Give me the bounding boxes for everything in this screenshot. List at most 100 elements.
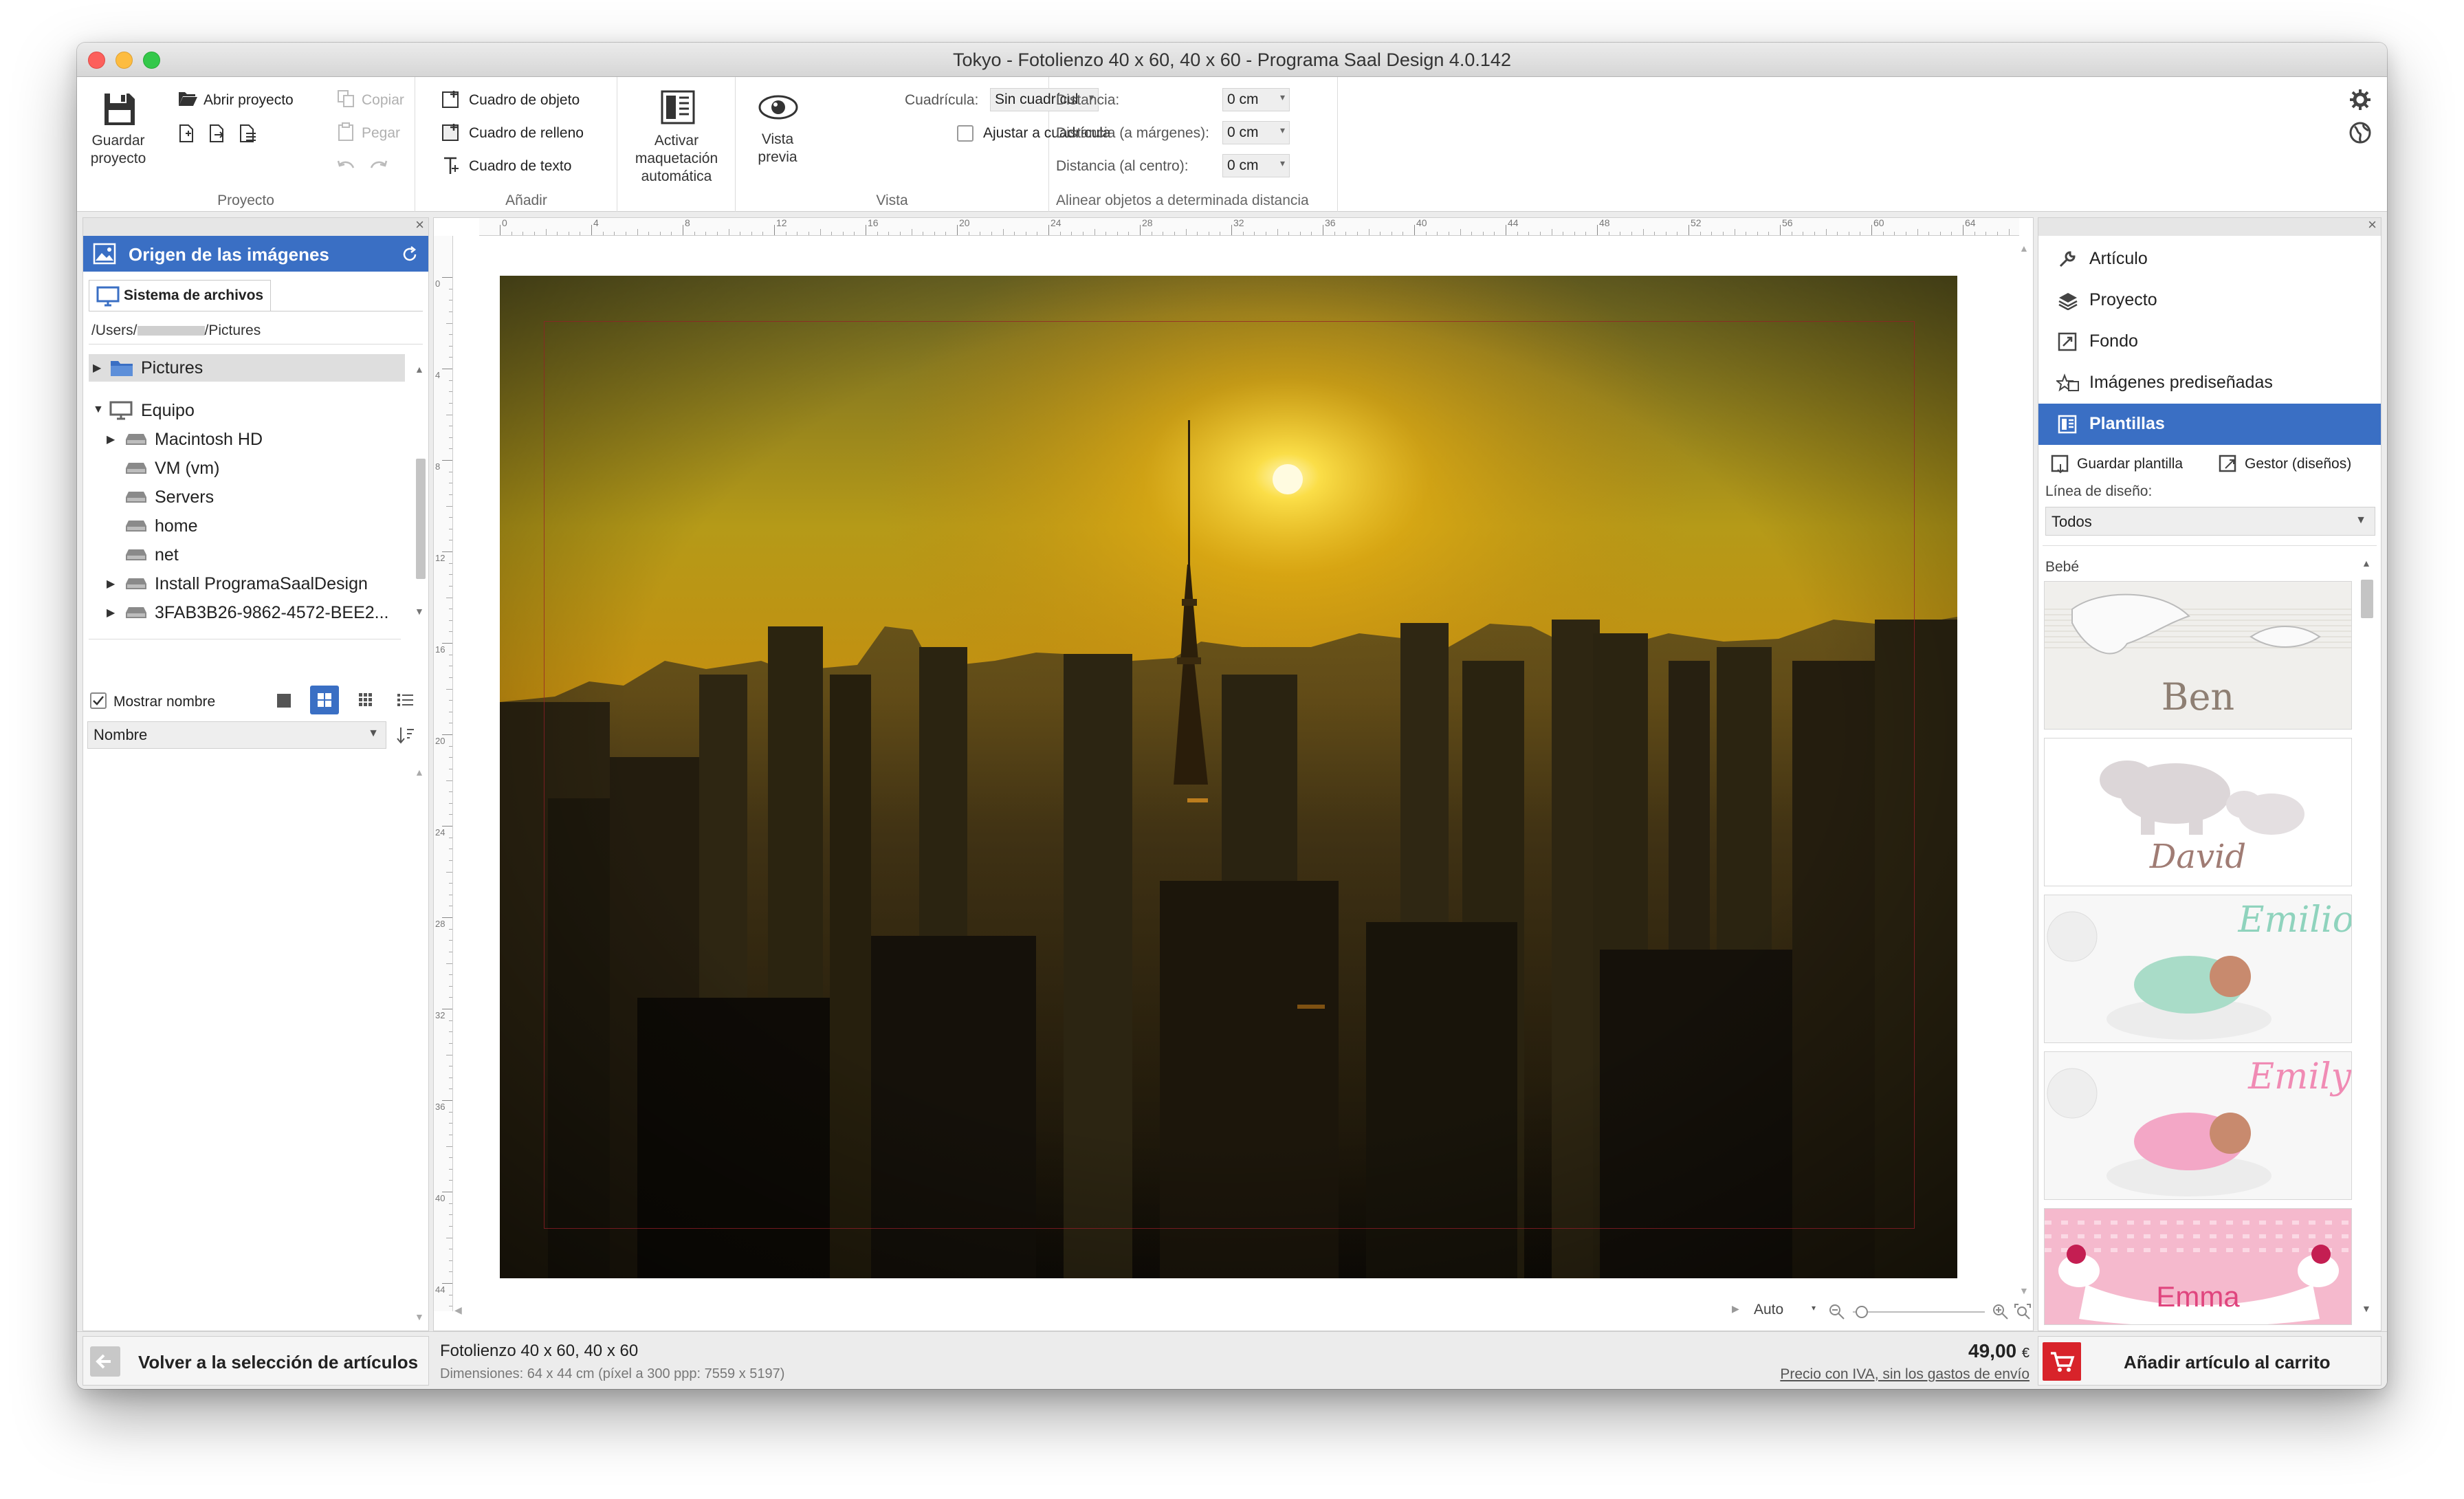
template-ben[interactable]: Ben bbox=[2044, 581, 2352, 730]
show-name-checkbox[interactable] bbox=[90, 692, 107, 709]
view-small-button[interactable] bbox=[351, 686, 380, 714]
redo-icon[interactable] bbox=[368, 158, 389, 171]
tokyo-sunset-photo[interactable] bbox=[500, 276, 1957, 1278]
design-line-dropdown[interactable]: Todos ▼ bbox=[2045, 507, 2375, 536]
view-list-button[interactable] bbox=[391, 686, 420, 714]
tab-file-system[interactable]: Sistema de archivos bbox=[89, 280, 272, 311]
nav-item-articulo[interactable]: Artículo bbox=[2038, 239, 2381, 280]
distance-dropdown[interactable]: 0 cm ▾ bbox=[1222, 88, 1290, 111]
scroll-up-icon[interactable]: ▲ bbox=[2362, 558, 2371, 569]
zoom-out-icon[interactable] bbox=[1828, 1303, 1846, 1321]
add-fill-box-button[interactable]: Cuadro de relleno bbox=[469, 125, 584, 142]
template-name-emma: Emma bbox=[2156, 1280, 2240, 1313]
triangle-right-icon[interactable]: ▶ bbox=[107, 433, 115, 446]
price-value: 49,00 bbox=[1968, 1340, 2017, 1361]
scroll-up-icon[interactable]: ▲ bbox=[2019, 243, 2029, 254]
view-large-button[interactable] bbox=[269, 686, 298, 714]
add-to-cart-button[interactable]: Añadir artículo al carrito bbox=[2038, 1336, 2382, 1386]
tree-item-macintosh-hd[interactable]: ▶ Macintosh HD bbox=[102, 426, 405, 452]
scroll-down-icon[interactable]: ▼ bbox=[415, 606, 424, 617]
center-distance-dropdown[interactable]: 0 cm ▾ bbox=[1222, 154, 1290, 177]
ruler-h-minor-tick bbox=[1242, 232, 1244, 235]
zoom-in-icon[interactable] bbox=[1992, 1303, 2010, 1321]
ruler-v-minor-tick bbox=[449, 1111, 452, 1113]
ruler-h-minor-tick bbox=[1814, 232, 1815, 235]
tree-item-volume[interactable]: ▶ 3FAB3B26-9862-4572-BEE2... bbox=[102, 599, 405, 625]
new-document-icon[interactable] bbox=[177, 124, 195, 143]
add-object-box-button[interactable]: Cuadro de objeto bbox=[469, 92, 580, 109]
triangle-right-icon[interactable]: ▶ bbox=[107, 606, 115, 620]
ruler-v-minor-tick bbox=[449, 620, 452, 621]
ruler-h-minor-tick bbox=[1254, 232, 1255, 235]
snap-to-grid-checkbox[interactable] bbox=[957, 125, 974, 142]
close-panel-icon[interactable]: × bbox=[415, 216, 424, 234]
scroll-left-icon[interactable]: ◀ bbox=[454, 1304, 462, 1316]
disk-image-icon bbox=[126, 607, 146, 618]
chevron-down-icon: ▾ bbox=[1812, 1303, 1816, 1313]
ruler-h-minor-tick bbox=[1917, 229, 1918, 235]
zoom-slider-track[interactable] bbox=[1853, 1311, 1985, 1313]
export-document-icon[interactable] bbox=[208, 124, 226, 143]
nav-item-fondo[interactable]: Fondo bbox=[2038, 321, 2381, 362]
refresh-icon[interactable] bbox=[401, 245, 419, 263]
network-drive-icon bbox=[126, 521, 146, 532]
undo-icon[interactable] bbox=[336, 158, 356, 171]
margin-distance-dropdown[interactable]: 0 cm ▾ bbox=[1222, 121, 1290, 144]
sort-dropdown[interactable]: Nombre ▼ bbox=[87, 721, 386, 749]
nav-item-cliparts[interactable]: Imágenes prediseñadas bbox=[2038, 362, 2381, 404]
triangle-right-icon[interactable]: ▶ bbox=[93, 361, 101, 375]
save-template-button[interactable]: Guardar plantilla bbox=[2077, 456, 2183, 472]
tree-item-servers[interactable]: Servers bbox=[102, 483, 405, 510]
ruler-h-minor-tick bbox=[1071, 232, 1072, 235]
zoom-dropdown[interactable]: Auto ▾ bbox=[1754, 1302, 1823, 1322]
zoom-fit-icon[interactable] bbox=[2014, 1303, 2032, 1321]
close-panel-icon[interactable]: × bbox=[2368, 216, 2377, 234]
add-text-box-button[interactable]: Cuadro de texto bbox=[469, 158, 571, 175]
grid-label: Cuadrícula: bbox=[905, 92, 979, 108]
tree-item-home[interactable]: home bbox=[102, 512, 405, 538]
image-source-panel: × Origen de las imágenes Sistema de arch… bbox=[82, 216, 429, 1331]
tree-label-macintosh-hd: Macintosh HD bbox=[155, 430, 263, 449]
ruler-h-minor-tick bbox=[557, 232, 558, 235]
ruler-h-minor-tick bbox=[648, 232, 650, 235]
scroll-up-icon[interactable]: ▲ bbox=[415, 767, 424, 778]
view-medium-button[interactable] bbox=[310, 686, 339, 714]
globe-icon[interactable] bbox=[2348, 121, 2372, 144]
templates-scrollbar[interactable]: ▲ ▼ bbox=[2359, 558, 2375, 1321]
nav-item-proyecto[interactable]: Proyecto bbox=[2038, 280, 2381, 321]
tree-item-vm[interactable]: VM (vm) bbox=[102, 455, 405, 481]
gear-icon[interactable] bbox=[2348, 88, 2372, 111]
scroll-down-icon[interactable]: ▼ bbox=[2019, 1285, 2029, 1296]
templates-scroll-thumb[interactable] bbox=[2361, 580, 2373, 618]
copy-button[interactable]: Copiar bbox=[362, 92, 404, 109]
ruler-h-tick bbox=[774, 225, 775, 235]
template-emma[interactable]: Emma bbox=[2044, 1208, 2352, 1325]
sort-order-icon[interactable] bbox=[395, 725, 416, 745]
template-emily[interactable]: Emily bbox=[2044, 1051, 2352, 1200]
scroll-down-icon[interactable]: ▼ bbox=[415, 1311, 424, 1322]
template-david[interactable]: David bbox=[2044, 738, 2352, 886]
scroll-down-icon[interactable]: ▼ bbox=[2362, 1303, 2371, 1314]
ruler-h-label: 60 bbox=[1873, 218, 1884, 228]
template-emilio[interactable]: Emilio bbox=[2044, 895, 2352, 1043]
scroll-up-icon[interactable]: ▲ bbox=[415, 364, 424, 375]
tree-scroll-thumb[interactable] bbox=[416, 459, 426, 579]
image-source-icon bbox=[93, 243, 116, 265]
tree-item-install[interactable]: ▶ Install ProgramaSaalDesign bbox=[102, 570, 405, 596]
design-manager-button[interactable]: Gestor (diseños) bbox=[2245, 456, 2351, 472]
document-list-icon[interactable] bbox=[238, 124, 257, 143]
zoom-slider-thumb[interactable] bbox=[1856, 1306, 1868, 1318]
back-to-articles-button[interactable]: Volver a la selección de artículos bbox=[82, 1336, 429, 1386]
nav-item-plantillas[interactable]: Plantillas bbox=[2038, 404, 2381, 445]
triangle-right-icon[interactable]: ▶ bbox=[107, 577, 115, 591]
price-note-link[interactable]: Precio con IVA, sin los gastos de envío bbox=[1780, 1366, 2030, 1383]
tree-item-equipo[interactable]: ▼ Equipo bbox=[89, 397, 405, 424]
tree-item-pictures[interactable]: ▶ Pictures bbox=[89, 354, 405, 382]
paste-button[interactable]: Pegar bbox=[362, 125, 400, 142]
tree-item-net[interactable]: net bbox=[102, 541, 405, 567]
scroll-right-icon[interactable]: ▶ bbox=[1732, 1303, 1739, 1315]
ruler-h-minor-tick bbox=[1757, 232, 1758, 235]
triangle-down-icon[interactable]: ▼ bbox=[93, 404, 104, 416]
back-arrow-icon bbox=[90, 1346, 120, 1377]
open-project-button[interactable]: Abrir proyecto bbox=[204, 92, 294, 109]
